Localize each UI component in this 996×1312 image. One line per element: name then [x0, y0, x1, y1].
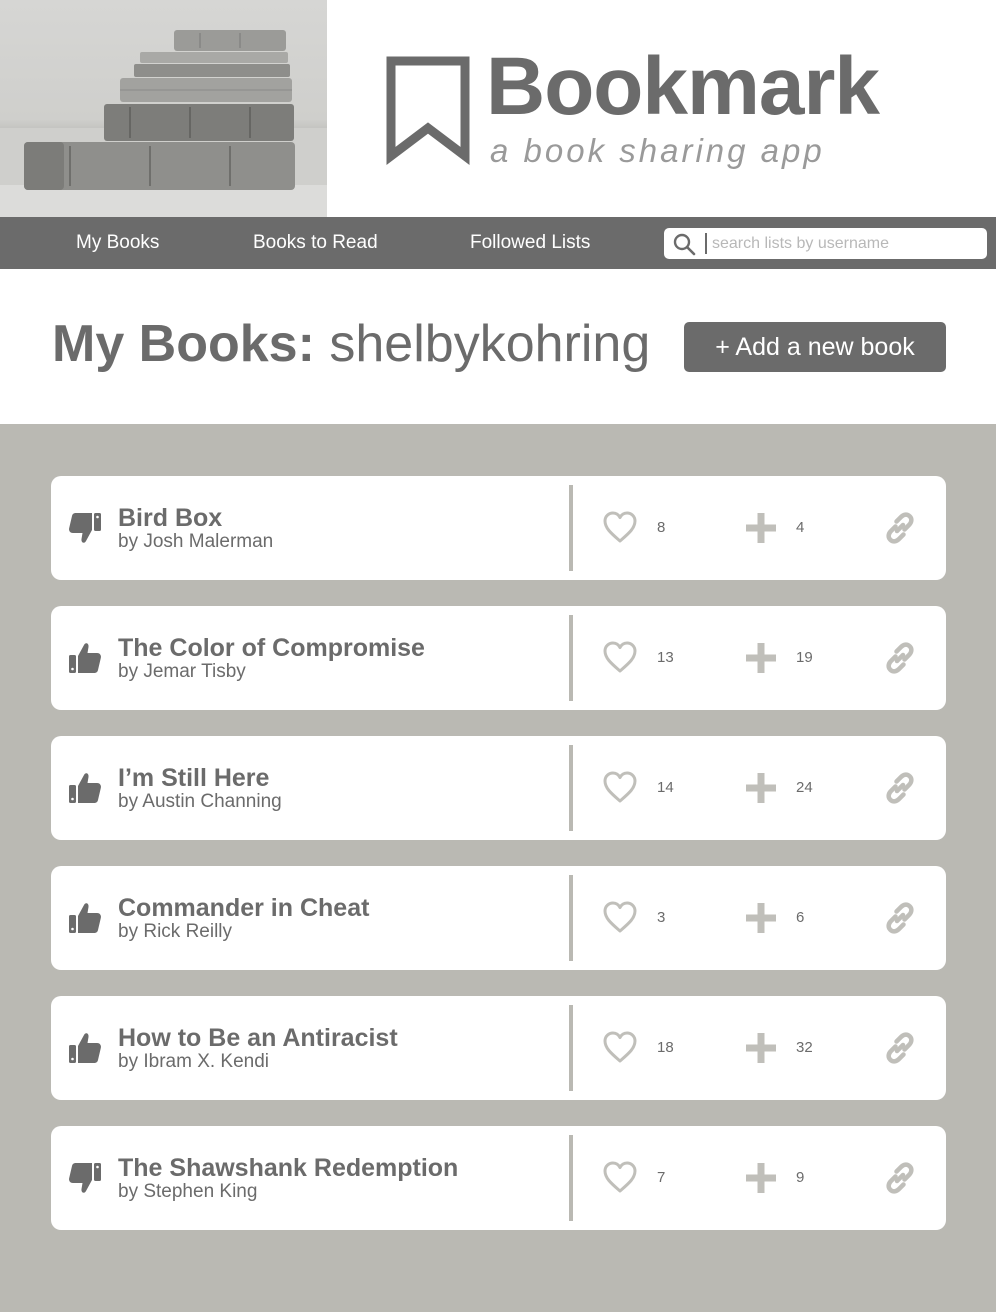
heart-icon[interactable] [602, 900, 638, 934]
card-divider [569, 745, 573, 831]
plus-icon[interactable] [745, 1162, 777, 1194]
heart-icon[interactable] [602, 1030, 638, 1064]
thumbs-up-icon [67, 1030, 103, 1066]
book-author: by Josh Malerman [118, 531, 274, 552]
nav-followed-lists[interactable]: Followed Lists [470, 231, 590, 255]
nav-bar: My Books Books to Read Followed Lists [0, 217, 996, 269]
brand-title: Bookmark [486, 41, 880, 132]
card-divider [569, 615, 573, 701]
plus-icon[interactable] [745, 772, 777, 804]
book-card[interactable]: The Shawshank Redemption by Stephen King 7… [51, 1126, 946, 1230]
heart-icon[interactable] [602, 640, 638, 674]
thumbs-up-icon [67, 900, 103, 936]
book-title[interactable]: The Shawshank Redemption [118, 1153, 458, 1183]
link-icon[interactable] [883, 1161, 917, 1195]
like-count: 3 [657, 909, 666, 926]
link-icon[interactable] [883, 771, 917, 805]
card-divider [569, 485, 573, 571]
book-author: by Jemar Tisby [118, 661, 246, 682]
book-title[interactable]: Commander in Cheat [118, 893, 369, 923]
book-title[interactable]: The Color of Compromise [118, 633, 425, 663]
book-title[interactable]: Bird Box [118, 503, 222, 533]
heart-icon[interactable] [602, 1160, 638, 1194]
add-count: 19 [796, 649, 813, 666]
book-card[interactable]: Commander in Cheat by Rick Reilly 3 6 [51, 866, 946, 970]
plus-icon[interactable] [745, 512, 777, 544]
search-input[interactable] [712, 230, 977, 257]
book-card[interactable]: How to Be an Antiracist by Ibram X. Kendi… [51, 996, 946, 1100]
page-title: My Books: shelbykohring [52, 314, 650, 374]
book-card[interactable]: The Color of Compromise by Jemar Tisby 13 1… [51, 606, 946, 710]
book-card[interactable]: I’m Still Here by Austin Channing 14 24 [51, 736, 946, 840]
thumbs-up-icon [67, 640, 103, 676]
book-title[interactable]: I’m Still Here [118, 763, 269, 793]
link-icon[interactable] [883, 1031, 917, 1065]
like-count: 7 [657, 1169, 666, 1186]
page-title-prefix: My Books: [52, 315, 315, 373]
book-card[interactable]: Bird Box by Josh Malerman 8 4 [51, 476, 946, 580]
thumbs-up-icon [67, 770, 103, 806]
nav-my-books[interactable]: My Books [76, 231, 159, 255]
like-count: 14 [657, 779, 674, 796]
plus-icon[interactable] [745, 642, 777, 674]
search-box[interactable] [664, 228, 987, 259]
thumbs-down-icon [67, 1160, 103, 1196]
card-divider [569, 875, 573, 961]
plus-icon[interactable] [745, 1032, 777, 1064]
book-author: by Stephen King [118, 1181, 258, 1202]
brand-tagline: a book sharing app [490, 132, 825, 169]
page-title-username: shelbykohring [329, 315, 651, 373]
like-count: 18 [657, 1039, 674, 1056]
like-count: 8 [657, 519, 666, 536]
heart-icon[interactable] [602, 510, 638, 544]
link-icon[interactable] [883, 901, 917, 935]
link-icon[interactable] [883, 511, 917, 545]
hero-books-photo [0, 0, 327, 217]
stacked-books-illustration [0, 30, 327, 217]
book-author: by Ibram X. Kendi [118, 1051, 270, 1072]
book-title[interactable]: How to Be an Antiracist [118, 1023, 398, 1053]
nav-books-to-read[interactable]: Books to Read [253, 231, 378, 255]
plus-icon[interactable] [745, 902, 777, 934]
header: Bookmark a book sharing app [0, 0, 996, 217]
search-icon[interactable] [672, 232, 696, 256]
add-new-book-button[interactable]: + Add a new book [684, 322, 946, 372]
add-count: 24 [796, 779, 813, 796]
book-author: by Rick Reilly [118, 921, 233, 942]
thumbs-down-icon [67, 510, 103, 546]
add-count: 32 [796, 1039, 813, 1056]
card-divider [569, 1135, 573, 1221]
search-caret [705, 233, 707, 254]
add-count: 6 [796, 909, 805, 926]
page-heading: My Books: shelbykohring + Add a new book [0, 269, 996, 424]
heart-icon[interactable] [602, 770, 638, 804]
bookmark-logo-icon [386, 56, 470, 166]
add-count: 4 [796, 519, 805, 536]
add-count: 9 [796, 1169, 805, 1186]
link-icon[interactable] [883, 641, 917, 675]
card-divider [569, 1005, 573, 1091]
like-count: 13 [657, 649, 674, 666]
book-author: by Austin Channing [118, 791, 282, 812]
